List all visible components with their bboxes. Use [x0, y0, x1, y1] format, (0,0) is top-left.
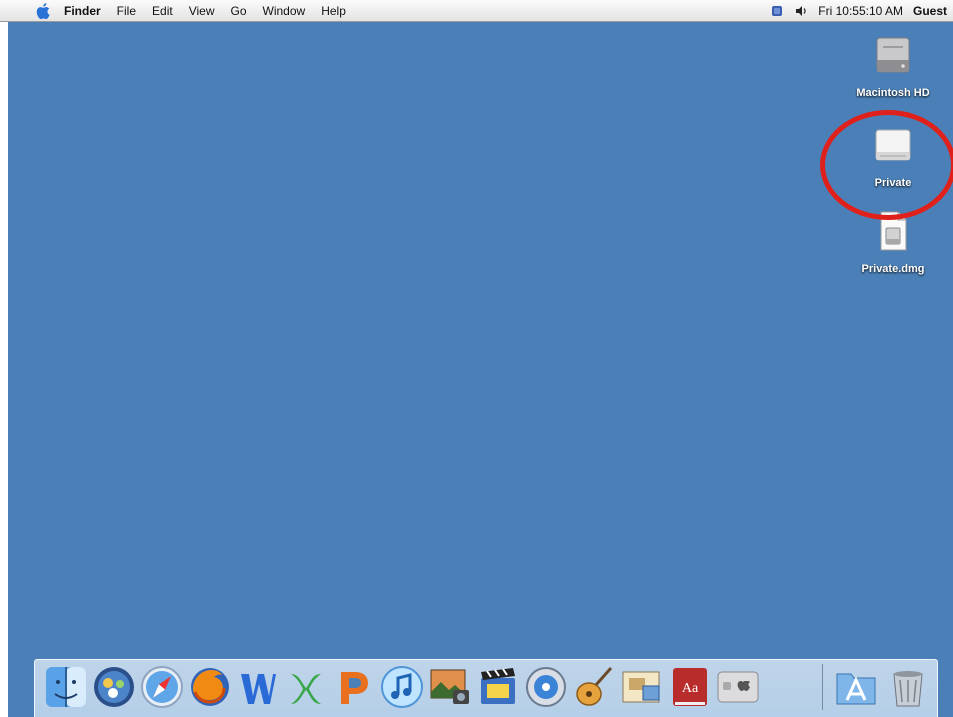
menu-window[interactable]: Window	[263, 0, 306, 22]
itunes-icon[interactable]	[379, 664, 425, 710]
iphoto-icon[interactable]	[427, 664, 473, 710]
firefox-icon[interactable]	[187, 664, 233, 710]
highlight-circle	[820, 110, 953, 220]
desktop-icon-label: Macintosh HD	[856, 87, 930, 99]
applications-folder-icon[interactable]	[833, 664, 879, 710]
apple-icon[interactable]	[36, 2, 50, 19]
powerpoint-icon[interactable]	[331, 664, 377, 710]
menu-user[interactable]: Guest	[913, 4, 947, 18]
desktop-icon-macintosh-hd[interactable]: Macintosh HD	[848, 32, 938, 101]
fast-user-icon[interactable]	[770, 4, 784, 18]
dock-separator	[822, 664, 823, 710]
menu-finder[interactable]: Finder	[64, 0, 101, 22]
word-icon[interactable]	[235, 664, 281, 710]
menu-file[interactable]: File	[117, 0, 136, 22]
imovie-icon[interactable]	[475, 664, 521, 710]
dock: Aa	[34, 659, 938, 717]
menu-help[interactable]: Help	[321, 0, 346, 22]
hard-drive-icon	[876, 37, 910, 73]
left-edge	[0, 22, 8, 717]
finder-icon[interactable]	[43, 664, 89, 710]
desktop-icon-label: Private.dmg	[861, 263, 925, 275]
volume-icon[interactable]	[794, 4, 808, 18]
menu-bar: Finder File Edit View Go Window Help Fri…	[0, 0, 953, 22]
safari-icon[interactable]	[139, 664, 185, 710]
preview-icon[interactable]	[619, 664, 665, 710]
menu-go[interactable]: Go	[231, 0, 247, 22]
desktop[interactable]: Macintosh HD Private Private.dmg	[8, 22, 953, 717]
svg-text:Aa: Aa	[682, 681, 699, 696]
menu-clock[interactable]: Fri 10:55:10 AM	[818, 4, 903, 18]
menu-edit[interactable]: Edit	[152, 0, 173, 22]
dictionary-icon[interactable]: Aa	[667, 664, 713, 710]
dashboard-icon[interactable]	[91, 664, 137, 710]
idvd-icon[interactable]	[523, 664, 569, 710]
excel-icon[interactable]	[283, 664, 329, 710]
system-preferences-icon[interactable]	[715, 664, 761, 710]
garageband-icon[interactable]	[571, 664, 617, 710]
menu-view[interactable]: View	[189, 0, 215, 22]
trash-icon[interactable]	[885, 664, 931, 710]
